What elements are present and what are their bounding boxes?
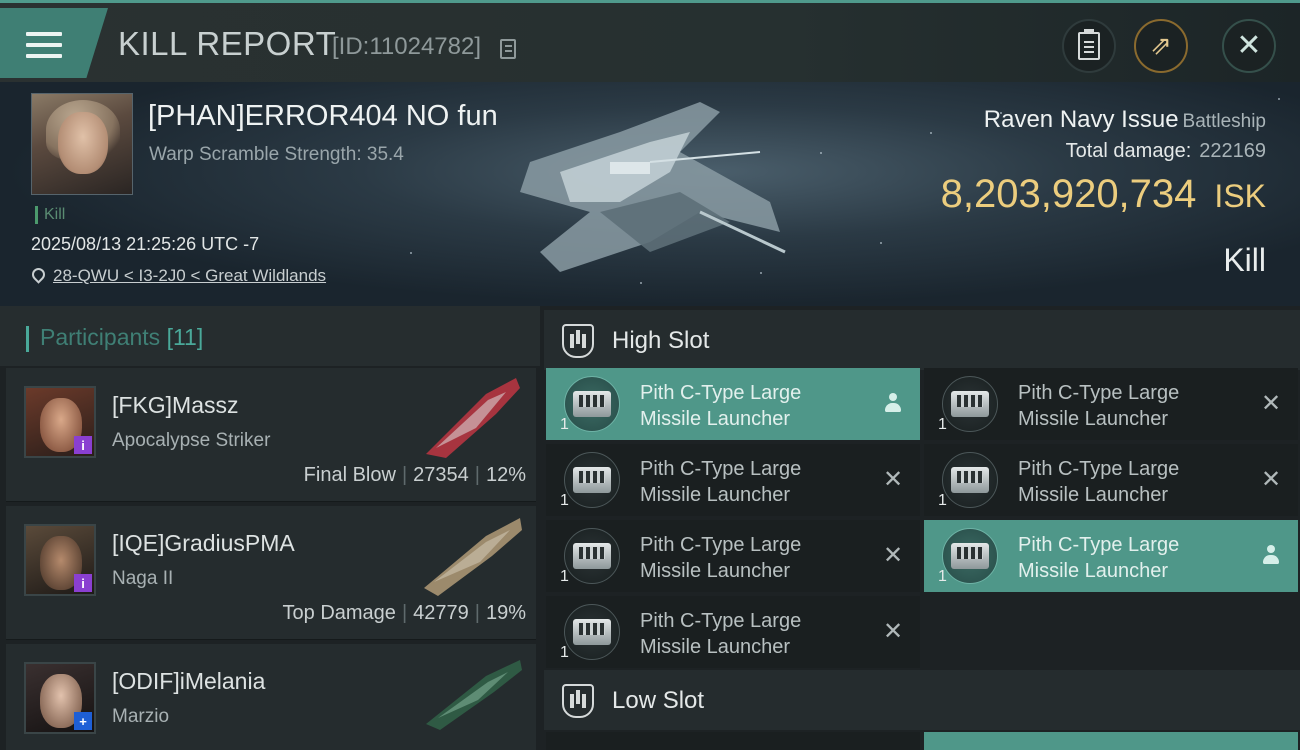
participant-ship-image bbox=[426, 378, 520, 458]
avatar[interactable]: + bbox=[24, 662, 96, 734]
victim-banner: [PHAN]ERROR404 NO fun Warp Scramble Stre… bbox=[0, 82, 1300, 306]
participant-row[interactable]: + [ODIF]iMelania Marzio bbox=[6, 644, 536, 750]
kill-tag: Kill bbox=[35, 206, 65, 224]
module-slot[interactable]: 1 Pith C-Type Large Missile Launcher ✕ bbox=[546, 444, 920, 516]
participant-ship-image bbox=[424, 518, 522, 596]
participant-ship: Naga II bbox=[112, 568, 174, 589]
participant-ship: Apocalypse Striker bbox=[112, 430, 271, 451]
participant-stats: Top Damage | 42779 | 19% bbox=[282, 602, 526, 624]
participant-row[interactable]: i [IQE]GradiusPMA Naga II Top Damage | 427… bbox=[6, 506, 536, 640]
participant-name[interactable]: [FKG]Massz bbox=[112, 392, 239, 419]
module-name: Pith C-Type Large Missile Launcher bbox=[1018, 458, 1180, 506]
module-name: Pith C-Type Large Missile Launcher bbox=[640, 382, 802, 430]
missile-launcher-icon bbox=[564, 604, 620, 660]
participant-name[interactable]: [ODIF]iMelania bbox=[112, 668, 265, 695]
copy-icon[interactable] bbox=[500, 39, 516, 59]
title-bar: KILL REPORT [ID:11024782] ⇗ ✕ bbox=[0, 0, 1300, 82]
participant-ship: Marzio bbox=[112, 706, 170, 727]
module-slot[interactable] bbox=[924, 732, 1298, 750]
module-name: Pith C-Type Large Missile Launcher bbox=[640, 458, 802, 506]
warp-scramble-strength: Warp Scramble Strength: 35.4 bbox=[149, 144, 404, 165]
victim-avatar[interactable] bbox=[31, 93, 133, 195]
fitting-panel: High Slot 1 Pith C-Type Large Missile Lau… bbox=[540, 306, 1300, 750]
victim-ship-name[interactable]: Raven Navy Issue Battleship bbox=[984, 106, 1266, 134]
high-slot-label: High Slot bbox=[612, 327, 710, 354]
isk-value: 8,203,920,734 ISK bbox=[940, 172, 1266, 216]
page-title: KILL REPORT bbox=[118, 25, 337, 62]
missile-launcher-icon bbox=[942, 376, 998, 432]
destroyed-icon: ✕ bbox=[882, 465, 904, 493]
module-quantity: 1 bbox=[560, 644, 569, 661]
pilot-badge-icon: i bbox=[74, 574, 92, 592]
participants-title: Participants bbox=[40, 324, 161, 350]
close-icon: ✕ bbox=[1236, 28, 1262, 63]
share-button[interactable]: ⇗ bbox=[1134, 19, 1188, 73]
participant-row[interactable]: i [FKG]Massz Apocalypse Striker Final Bl… bbox=[6, 368, 536, 502]
module-quantity: 1 bbox=[938, 416, 947, 433]
timestamp: 2025/08/13 21:25:26 UTC -7 bbox=[31, 234, 260, 254]
high-slot-icon bbox=[562, 324, 594, 358]
participants-count: [11] bbox=[166, 324, 204, 350]
location-link[interactable]: 28-QWU < I3-2J0 < Great Wildlands bbox=[53, 266, 326, 286]
module-slot[interactable]: 1 Pith C-Type Large Missile Launcher bbox=[546, 368, 920, 440]
module-slot[interactable]: 1 Pith C-Type Large Missile Launcher bbox=[924, 520, 1298, 592]
destroyed-icon: ✕ bbox=[882, 617, 904, 645]
share-icon: ⇗ bbox=[1150, 31, 1172, 61]
clipboard-button[interactable] bbox=[1062, 19, 1116, 73]
victim-name[interactable]: [PHAN]ERROR404 NO fun bbox=[148, 100, 498, 133]
module-quantity: 1 bbox=[560, 416, 569, 433]
destroyed-icon: ✕ bbox=[1260, 465, 1282, 493]
pilot-badge-icon: + bbox=[74, 712, 92, 730]
participant-ship-image bbox=[426, 660, 522, 730]
total-damage: Total damage: 222169 bbox=[1065, 140, 1266, 162]
destroyed-icon: ✕ bbox=[1260, 389, 1282, 417]
module-name: Pith C-Type Large Missile Launcher bbox=[640, 610, 802, 658]
module-name: Pith C-Type Large Missile Launcher bbox=[1018, 382, 1180, 430]
menu-button[interactable] bbox=[0, 8, 108, 78]
missile-launcher-icon bbox=[942, 452, 998, 508]
avatar[interactable]: i bbox=[24, 386, 96, 458]
menu-icon bbox=[26, 32, 62, 60]
module-slot[interactable]: 1 Pith C-Type Large Missile Launcher ✕ bbox=[924, 444, 1298, 516]
dropped-icon bbox=[1258, 542, 1284, 568]
module-quantity: 1 bbox=[560, 492, 569, 509]
module-quantity: 1 bbox=[938, 568, 947, 585]
close-button[interactable]: ✕ bbox=[1222, 19, 1276, 73]
report-id: [ID:11024782] bbox=[332, 33, 482, 60]
participant-stats: Final Blow | 27354 | 12% bbox=[303, 464, 526, 486]
dropped-icon bbox=[880, 390, 906, 416]
pilot-badge-icon: i bbox=[74, 436, 92, 454]
clipboard-icon bbox=[1078, 29, 1100, 60]
participant-name[interactable]: [IQE]GradiusPMA bbox=[112, 530, 295, 557]
missile-launcher-icon bbox=[564, 528, 620, 584]
missile-launcher-icon bbox=[564, 376, 620, 432]
participants-panel: Participants [11] i [FKG]Massz Apocalyps… bbox=[0, 306, 540, 750]
module-slot[interactable] bbox=[546, 732, 920, 750]
avatar[interactable]: i bbox=[24, 524, 96, 596]
missile-launcher-icon bbox=[942, 528, 998, 584]
low-slot-icon bbox=[562, 684, 594, 718]
module-slot[interactable]: 1 Pith C-Type Large Missile Launcher ✕ bbox=[546, 596, 920, 668]
destroyed-icon: ✕ bbox=[882, 541, 904, 569]
module-name: Pith C-Type Large Missile Launcher bbox=[640, 534, 802, 582]
low-slot-header: Low Slot bbox=[544, 670, 1300, 730]
module-slot[interactable]: 1 Pith C-Type Large Missile Launcher ✕ bbox=[924, 368, 1298, 440]
participants-header: Participants [11] bbox=[0, 306, 540, 366]
missile-launcher-icon bbox=[564, 452, 620, 508]
low-slot-label: Low Slot bbox=[612, 687, 705, 714]
module-name: Pith C-Type Large Missile Launcher bbox=[1018, 534, 1180, 582]
high-slot-header: High Slot bbox=[544, 310, 1300, 370]
module-quantity: 1 bbox=[938, 492, 947, 509]
location-pin-icon bbox=[29, 265, 48, 284]
module-quantity: 1 bbox=[560, 568, 569, 585]
result-label: Kill bbox=[1223, 242, 1266, 278]
victim-ship-image bbox=[520, 102, 786, 272]
module-slot[interactable]: 1 Pith C-Type Large Missile Launcher ✕ bbox=[546, 520, 920, 592]
